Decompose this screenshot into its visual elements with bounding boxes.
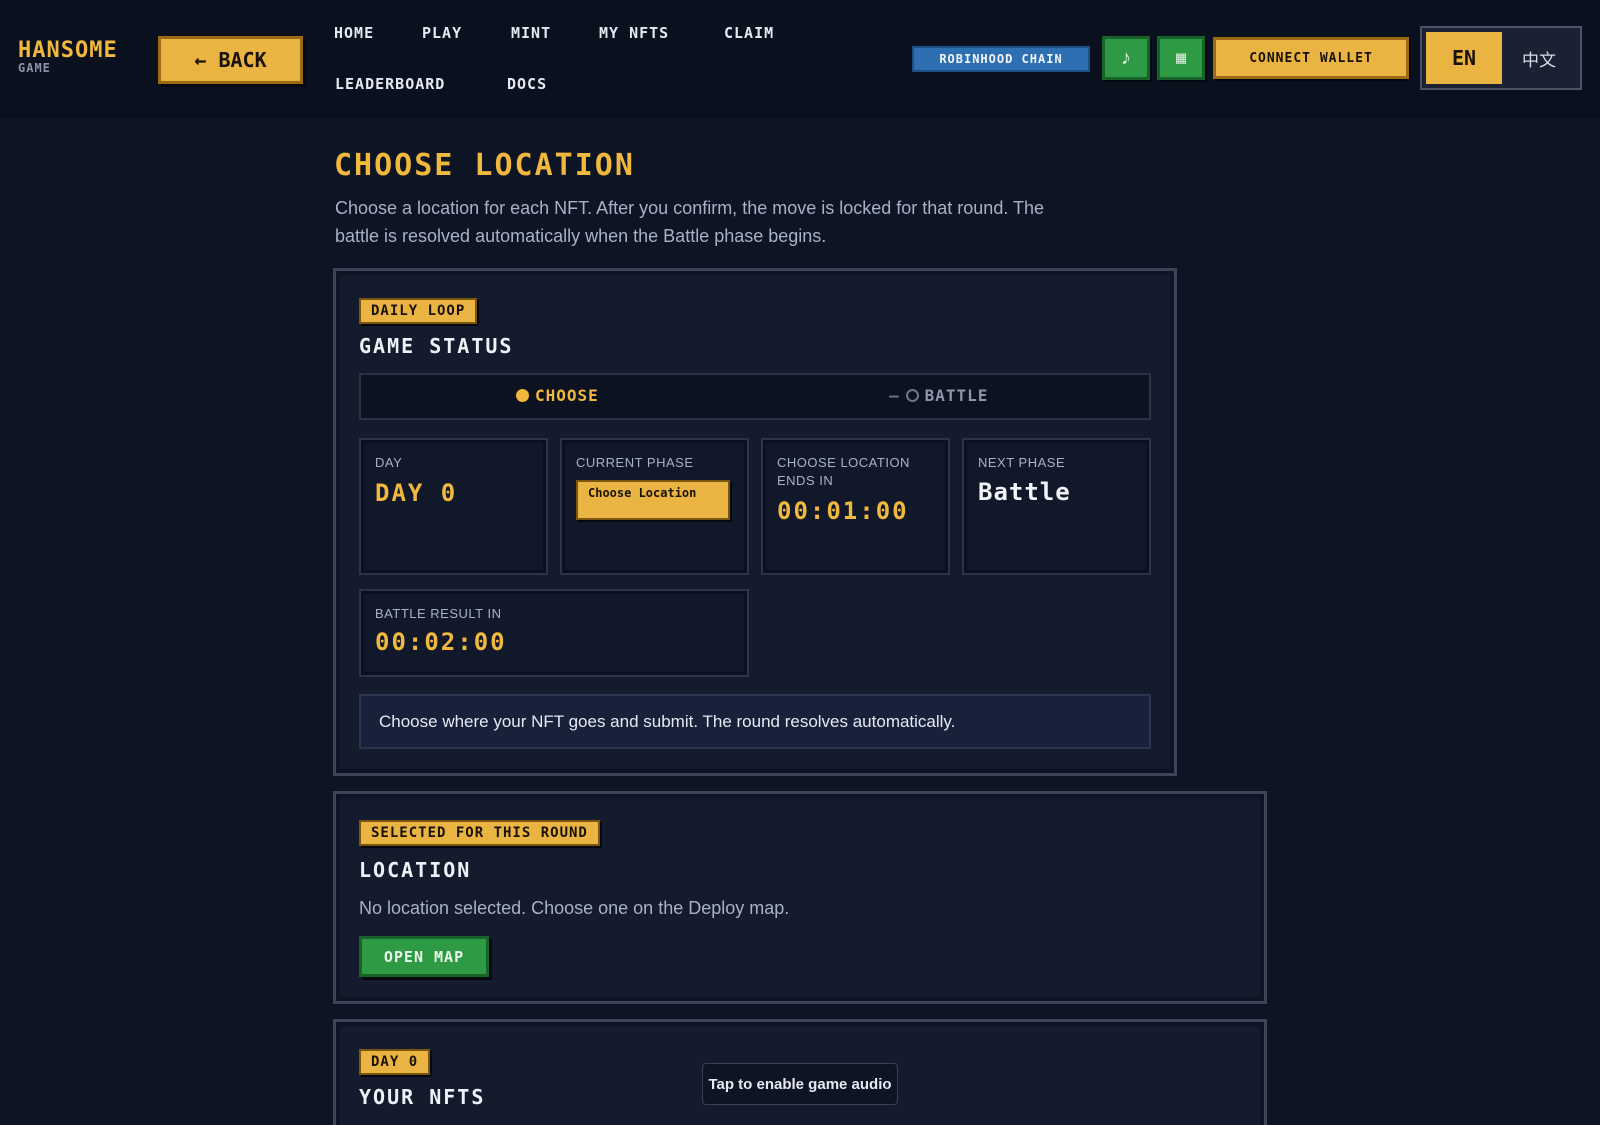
page-title: CHOOSE LOCATION	[334, 148, 635, 183]
phase-choose-label: CHOOSE	[535, 386, 599, 405]
next-phase-value: Battle	[978, 478, 1071, 506]
phase-separator: —	[889, 386, 900, 405]
lang-en-button[interactable]: EN	[1426, 32, 1502, 84]
grid-toggle-button[interactable]: ▦	[1157, 36, 1205, 80]
page-description: Choose a location for each NFT. After yo…	[335, 198, 1045, 246]
grid-icon: ▦	[1174, 50, 1188, 65]
nav-mint[interactable]: MINT	[511, 24, 551, 42]
next-phase-label: NEXT PHASE	[978, 455, 1066, 470]
phase-battle: — BATTLE	[889, 386, 988, 405]
music-toggle-button[interactable]: ♪	[1102, 36, 1150, 80]
phase-choose: CHOOSE	[516, 386, 599, 405]
inactive-dot-icon	[905, 389, 919, 402]
language-switcher: EN 中文	[1420, 26, 1582, 90]
game-status-title: GAME STATUS	[359, 334, 514, 358]
current-phase-badge: Choose Location	[576, 480, 730, 520]
day-stat: DAY DAY 0	[359, 438, 548, 575]
battle-result-timer: 00:02:00	[375, 628, 507, 656]
current-phase-stat: CURRENT PHASE Choose Location	[560, 438, 749, 575]
nav-play[interactable]: PLAY	[422, 24, 462, 42]
your-nfts-title: YOUR NFTS	[359, 1085, 486, 1109]
nav-claim[interactable]: CLAIM	[724, 24, 774, 42]
location-empty-text: No location selected. Choose one on the …	[359, 898, 790, 918]
music-note-icon: ♪	[1121, 46, 1131, 69]
nav-home[interactable]: HOME	[334, 24, 374, 42]
lang-zh-button[interactable]: 中文	[1502, 32, 1576, 84]
logo-subtitle: GAME	[18, 61, 51, 75]
current-phase-label: CURRENT PHASE	[576, 455, 694, 470]
enable-audio-toast[interactable]: Tap to enable game audio	[702, 1063, 898, 1105]
chain-badge[interactable]: ROBINHOOD CHAIN	[912, 46, 1090, 72]
selected-round-tag: SELECTED FOR THIS ROUND	[359, 820, 600, 846]
connect-wallet-button[interactable]: CONNECT WALLET	[1213, 37, 1409, 79]
day-value: DAY 0	[375, 479, 458, 507]
logo[interactable]: HANSOME GAME	[18, 38, 118, 75]
top-navbar: HANSOME GAME ← BACK HOME PLAY MINT MY NF…	[0, 0, 1600, 118]
day-tag: DAY 0	[359, 1049, 431, 1075]
logo-title: HANSOME	[18, 38, 118, 63]
daily-loop-tag: DAILY LOOP	[359, 298, 478, 324]
battle-result-label: BATTLE RESULT IN	[375, 606, 502, 621]
nav-my-nfts[interactable]: MY NFTS	[599, 24, 669, 42]
round-info-bar: Choose where your NFT goes and submit. T…	[359, 694, 1151, 749]
nav-leaderboard[interactable]: LEADERBOARD	[335, 75, 445, 93]
back-button[interactable]: ← BACK	[158, 36, 303, 84]
choose-ends-stat: CHOOSE LOCATION ENDS IN 00:01:00	[761, 438, 950, 575]
choose-ends-label: CHOOSE LOCATION ENDS IN	[777, 455, 910, 488]
phase-track: CHOOSE — BATTLE	[359, 373, 1151, 420]
nav-docs[interactable]: DOCS	[507, 75, 547, 93]
next-phase-stat: NEXT PHASE Battle	[962, 438, 1151, 575]
choose-ends-timer: 00:01:00	[777, 497, 909, 525]
location-title: LOCATION	[359, 858, 472, 882]
phase-battle-label: BATTLE	[924, 386, 989, 405]
battle-result-stat: BATTLE RESULT IN 00:02:00	[359, 589, 749, 677]
open-map-button[interactable]: OPEN MAP	[359, 936, 489, 977]
active-dot-icon	[516, 389, 529, 402]
day-label: DAY	[375, 455, 403, 470]
